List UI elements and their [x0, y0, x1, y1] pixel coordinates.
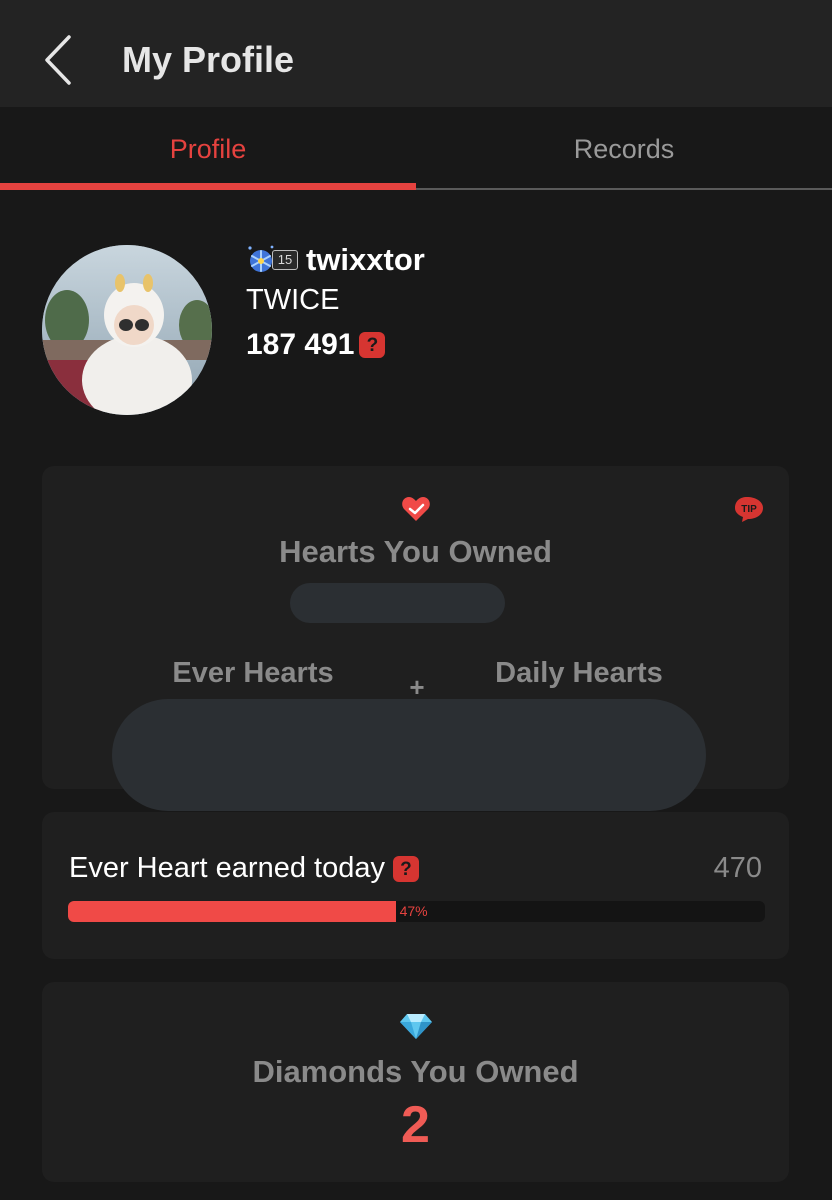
- heart-icon: [402, 497, 430, 521]
- diamonds-title: Diamonds You Owned: [252, 1054, 579, 1089]
- redacted-hearts-total: [290, 583, 505, 623]
- active-tab-indicator: [0, 183, 416, 190]
- hearts-title: Hearts You Owned: [279, 534, 552, 569]
- page-title: My Profile: [122, 39, 295, 80]
- username-row: 15 twixxtor: [246, 240, 425, 280]
- progress-label: 47%: [399, 903, 428, 919]
- diamonds-owned-card: Diamonds You Owned 2: [42, 982, 789, 1182]
- back-button[interactable]: [30, 28, 86, 92]
- tab-bar: Profile Records: [0, 107, 832, 192]
- level-badge: 15: [246, 242, 300, 278]
- ever-heart-today-title: Ever Heart earned today: [69, 852, 385, 884]
- username: twixxtor: [306, 242, 425, 277]
- tip-badge-icon[interactable]: TIP: [734, 496, 764, 522]
- redacted-hearts-breakdown: [112, 699, 706, 811]
- tab-profile[interactable]: Profile: [0, 107, 416, 192]
- chevron-left-icon: [45, 35, 71, 85]
- ever-heart-today-card: Ever Heart earned today ? 470 47%: [42, 812, 789, 959]
- avatar-photo: [42, 245, 212, 415]
- ever-heart-today-row: Ever Heart earned today ?: [69, 852, 419, 885]
- tip-label: TIP: [741, 504, 757, 515]
- ever-heart-today-value: 470: [713, 852, 762, 884]
- group-name: TWICE: [246, 284, 340, 316]
- top-bar: My Profile: [0, 0, 832, 107]
- points-row: 187 491 ?: [246, 328, 386, 362]
- help-icon[interactable]: ?: [359, 332, 386, 358]
- progress-fill: [68, 901, 396, 922]
- ever-hearts-label: Ever Hearts: [172, 657, 334, 689]
- progress-bar: 47%: [68, 901, 765, 922]
- points-value: 187 491: [246, 328, 355, 361]
- diamonds-value: 2: [401, 1096, 430, 1154]
- badge-level: 15: [272, 250, 298, 270]
- diamond-icon: [400, 1014, 432, 1039]
- help-icon[interactable]: ?: [392, 855, 419, 882]
- avatar[interactable]: [42, 245, 212, 415]
- tab-records[interactable]: Records: [416, 107, 832, 192]
- tab-divider: [416, 188, 832, 190]
- daily-hearts-label: Daily Hearts: [495, 657, 663, 689]
